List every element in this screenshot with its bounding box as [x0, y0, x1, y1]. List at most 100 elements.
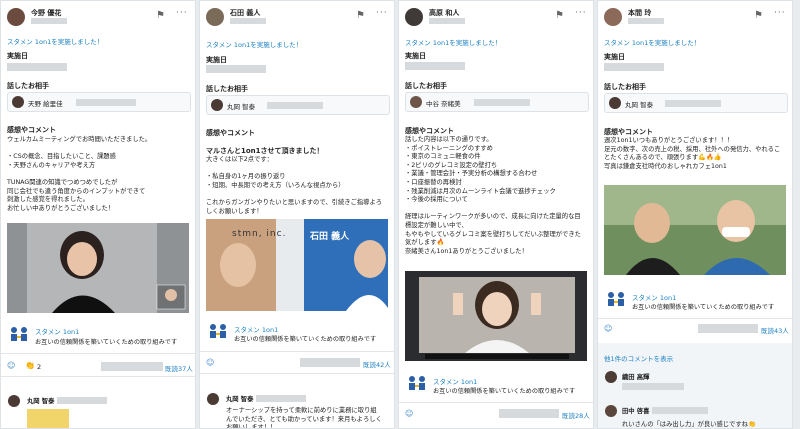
- more-icon[interactable]: ···: [376, 8, 388, 18]
- partner-label: 話したお相手: [604, 83, 646, 91]
- partner-label: 話したお相手: [206, 85, 248, 93]
- partner-dept-placeholder: [474, 99, 530, 106]
- partner-dept-placeholder: [665, 100, 721, 107]
- date-placeholder: [405, 62, 465, 70]
- bookmark-icon[interactable]: ⚑: [754, 10, 763, 21]
- more-icon[interactable]: ···: [176, 8, 188, 18]
- add-reaction-icon[interactable]: ☺: [405, 409, 413, 418]
- app-desc: お互いの信頼関係を築いていくための取り組みです: [234, 336, 377, 343]
- partner-name: 丸岡 智泰: [625, 101, 654, 109]
- post-tag[interactable]: スタメン 1on1を実施しました！: [604, 37, 700, 47]
- partner-label: 話したお相手: [7, 82, 49, 90]
- date-label: 実施日: [7, 52, 28, 60]
- avatar[interactable]: [605, 405, 617, 417]
- divider: [598, 318, 792, 319]
- reaction-count[interactable]: 2: [37, 363, 41, 371]
- partner-box[interactable]: 中谷 奈緒美: [405, 92, 589, 112]
- read-count[interactable]: 既読28人: [562, 410, 590, 420]
- avatar[interactable]: [7, 8, 25, 26]
- app-title[interactable]: スタメン 1on1: [35, 326, 79, 336]
- post-tag[interactable]: スタメン 1on1を実施しました！: [206, 39, 302, 49]
- bookmark-icon[interactable]: ⚑: [356, 10, 365, 21]
- divider: [200, 373, 394, 374]
- date-label: 実施日: [206, 56, 227, 64]
- partner-box[interactable]: 天野 絵里佳: [7, 92, 191, 112]
- more-icon[interactable]: ···: [774, 8, 786, 18]
- bookmark-icon[interactable]: ⚑: [156, 10, 165, 21]
- post-card-3: 高原 和人 ⚑ ··· スタメン 1on1を実施しました！ 実施日 話したお相手…: [398, 0, 594, 429]
- user-name[interactable]: 本間 玲: [628, 8, 651, 18]
- date-placeholder: [604, 63, 664, 71]
- commenter-name[interactable]: 織田 高輝: [622, 372, 649, 381]
- post-photo[interactable]: [7, 223, 189, 313]
- comment-text: 話した内容は以下の通りです。 ・ポイストレーニングのすすめ ・東京のコミュニ軽食…: [405, 136, 581, 255]
- post-tag[interactable]: スタメン 1on1を実施しました！: [405, 37, 501, 47]
- user-name[interactable]: 高原 和人: [429, 8, 459, 18]
- post-photo[interactable]: [405, 271, 587, 361]
- commenter-dept-placeholder: [652, 407, 708, 414]
- app-desc: お互いの信頼関係を築いていくための取り組みです: [632, 304, 775, 311]
- bookmark-icon[interactable]: ⚑: [555, 10, 564, 21]
- avatar: [609, 97, 621, 109]
- comment-reply: オーナーシップを持って柔軟に前めりに業務に取り組 んでいただき、とても助かってい…: [226, 407, 382, 429]
- date-label: 実施日: [405, 52, 426, 60]
- post-header: 今野 優花 ⚑ ···: [1, 1, 195, 31]
- commenter-dept-placeholder: [622, 383, 684, 390]
- user-name[interactable]: 今野 優花: [31, 8, 61, 18]
- comment-label: 感想やコメント: [7, 126, 56, 134]
- avatar[interactable]: [207, 393, 219, 405]
- comment-image[interactable]: [27, 409, 69, 428]
- avatar: [211, 99, 223, 111]
- app-desc: お互いの信頼関係を築いていくための取り組みです: [35, 339, 178, 346]
- post-photo[interactable]: [604, 185, 786, 275]
- comment-label: 感想やコメント: [604, 128, 653, 136]
- reaction-users-placeholder: [698, 324, 758, 333]
- app-title[interactable]: スタメン 1on1: [234, 324, 278, 334]
- avatar[interactable]: [405, 8, 423, 26]
- divider: [399, 402, 593, 403]
- post-card-1: 今野 優花 ⚑ ··· スタメン 1on1を実施しました！ 実施日 話したお相手…: [0, 0, 196, 429]
- user-dept-placeholder: [429, 18, 465, 24]
- add-reaction-icon[interactable]: ☺: [7, 361, 15, 370]
- commenter-name[interactable]: 丸岡 智泰: [226, 394, 253, 403]
- partner-name: 中谷 奈緒美: [426, 100, 461, 108]
- photo-sign: stmn, inc.: [232, 229, 287, 239]
- app-icon: [608, 292, 624, 306]
- reaction-emoji-icon[interactable]: 👏: [25, 361, 35, 370]
- comment-text: 週次1on1いつもありがとうございます！！！ 足元の数字、次の売上の税、採用、社…: [604, 137, 781, 170]
- partner-label: 話したお相手: [405, 82, 447, 90]
- read-count[interactable]: 既読43人: [761, 325, 789, 335]
- read-count[interactable]: 既読37人: [165, 363, 193, 373]
- app-title[interactable]: スタメン 1on1: [433, 376, 477, 386]
- user-name[interactable]: 石田 義人: [230, 8, 260, 18]
- avatar[interactable]: [8, 395, 20, 407]
- add-reaction-icon[interactable]: ☺: [206, 358, 214, 367]
- divider: [200, 351, 394, 352]
- user-dept-placeholder: [230, 18, 266, 24]
- read-count[interactable]: 既読42人: [363, 359, 391, 369]
- add-reaction-icon[interactable]: ☺: [604, 324, 612, 333]
- commenter-name[interactable]: 田中 啓喜: [622, 406, 649, 415]
- comment-label: 感想やコメント: [405, 127, 454, 135]
- reaction-users-placeholder: [300, 358, 360, 367]
- post-header: 本間 玲 ⚑ ···: [598, 1, 792, 31]
- photo-illustration: [7, 223, 189, 313]
- partner-dept-placeholder: [267, 102, 323, 109]
- avatar[interactable]: [604, 8, 622, 26]
- date-label: 実施日: [604, 53, 625, 61]
- avatar: [12, 96, 24, 108]
- more-comments-link[interactable]: 他1件のコメントを表示: [604, 353, 673, 363]
- post-tag[interactable]: スタメン 1on1を実施しました！: [7, 36, 103, 46]
- commenter-name[interactable]: 丸岡 智泰: [27, 396, 54, 405]
- partner-name: 丸岡 智泰: [227, 103, 256, 111]
- more-icon[interactable]: ···: [575, 8, 587, 18]
- partner-box[interactable]: 丸岡 智泰: [604, 93, 788, 113]
- date-placeholder: [206, 65, 266, 73]
- avatar[interactable]: [605, 371, 617, 383]
- partner-box[interactable]: 丸岡 智泰: [206, 95, 390, 115]
- post-photo[interactable]: stmn, inc. 石田 義人: [206, 219, 388, 311]
- comment-label: 感想やコメント: [206, 129, 255, 137]
- photo-name: 石田 義人: [310, 232, 350, 242]
- app-title[interactable]: スタメン 1on1: [632, 292, 676, 302]
- avatar[interactable]: [206, 8, 224, 26]
